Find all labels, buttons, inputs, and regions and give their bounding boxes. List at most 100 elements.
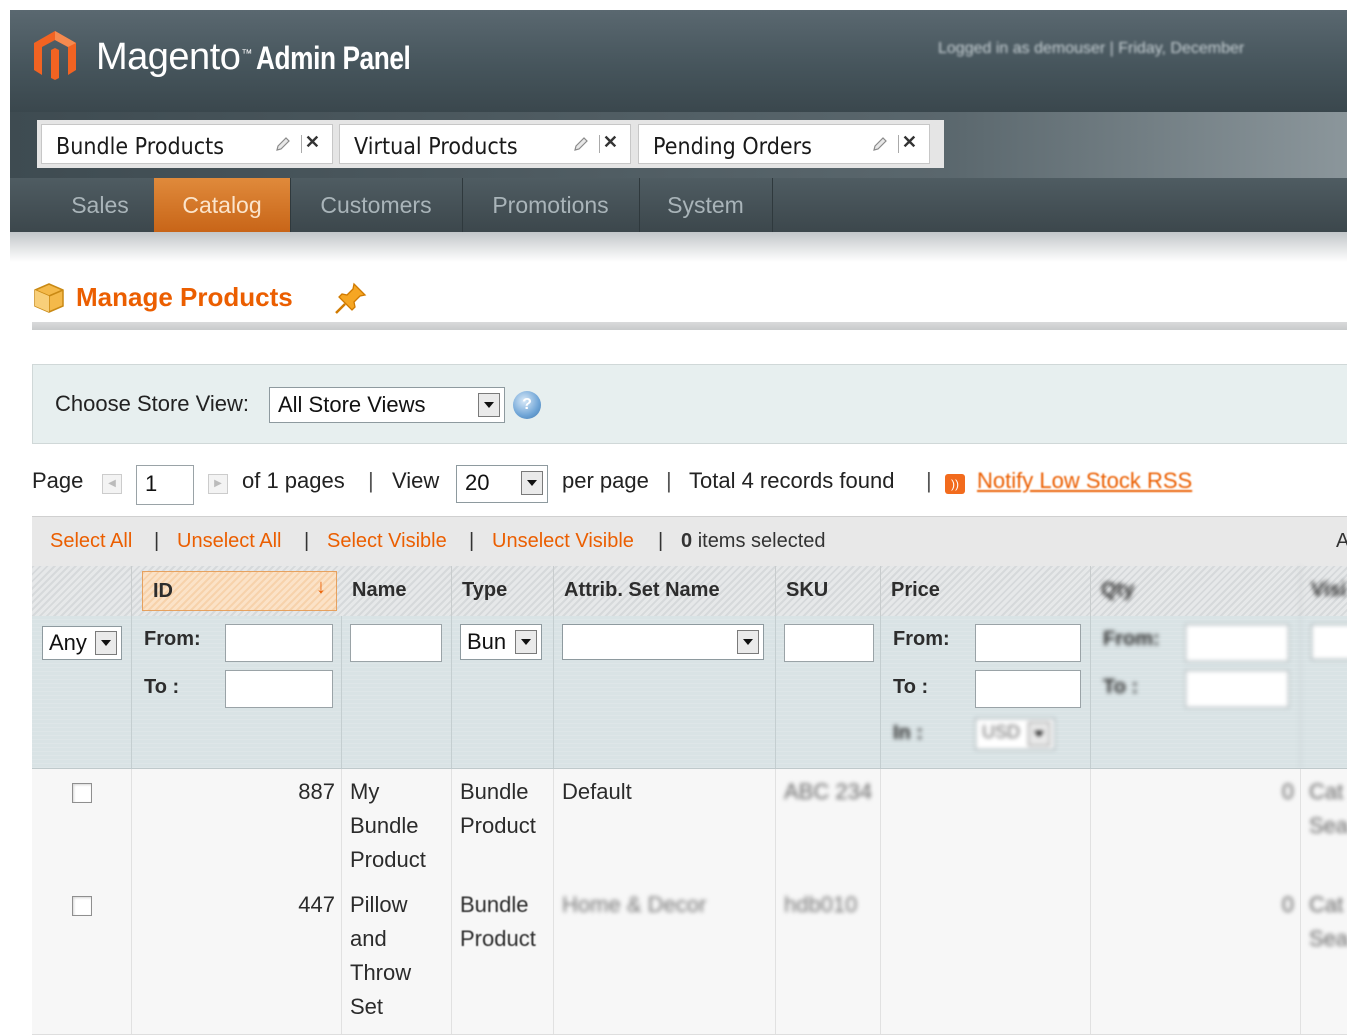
cell-id-value: 447 <box>298 892 335 917</box>
visibility-filter-select[interactable] <box>1311 624 1347 660</box>
qty-to-input[interactable] <box>1185 670 1289 708</box>
row-checkbox[interactable] <box>72 896 92 916</box>
bookmark-tab-virtual-products[interactable]: Virtual Products ✕ <box>339 124 631 164</box>
next-page-icon[interactable]: ▶ <box>208 474 228 494</box>
price-currency-select[interactable]: USD <box>975 718 1055 750</box>
store-view-select[interactable]: All Store Views <box>269 387 505 423</box>
column-label-attrib-set: Attrib. Set Name <box>564 579 720 601</box>
cell-visibility: Cat Sea <box>1301 769 1347 882</box>
per-page-select[interactable]: 20 <box>456 465 548 503</box>
grid-header: ID ↓ Name Type Attrib. Set Name SKU Pric… <box>32 566 1347 617</box>
nav-item-promotions[interactable]: Promotions <box>462 178 640 232</box>
cell-visibility-value: Cat Sea <box>1309 779 1347 838</box>
nav-item-sales[interactable]: Sales <box>46 178 155 232</box>
cell-id: 447 <box>132 882 342 1034</box>
column-label-type: Type <box>462 579 508 601</box>
magento-logo-icon[interactable] <box>32 30 78 80</box>
name-filter-input[interactable] <box>350 624 442 662</box>
bookmark-tab-label: Pending Orders <box>653 134 812 160</box>
pin-icon[interactable] <box>333 280 369 316</box>
column-header-massaction <box>32 566 132 616</box>
edit-pencil-icon[interactable] <box>274 135 292 153</box>
notify-low-stock-rss-link[interactable]: Notify Low Stock RSS <box>977 468 1192 494</box>
help-icon[interactable]: ? <box>513 391 541 419</box>
edit-pencil-icon[interactable] <box>572 135 590 153</box>
total-records: Total 4 records found <box>689 468 895 493</box>
sku-filter-input[interactable] <box>784 624 874 662</box>
table-row[interactable]: 447 Pillow and Throw Set Bundle Product … <box>32 882 1347 1035</box>
qty-from-label: From: <box>1103 628 1160 650</box>
close-icon[interactable]: ✕ <box>603 132 618 153</box>
attrib-set-filter-select[interactable] <box>562 624 764 660</box>
row-select-cell <box>32 882 132 1034</box>
cell-attrib-set: Home & Decor <box>554 882 776 1034</box>
selected-count: 0 items selected <box>681 530 826 553</box>
id-to-input[interactable] <box>225 670 333 708</box>
rss-icon[interactable]: )) <box>945 474 965 494</box>
cell-visibility-value: Cat Sea <box>1309 892 1347 951</box>
cell-price <box>881 882 1091 1034</box>
column-header-name[interactable]: Name <box>342 566 452 616</box>
price-from-input[interactable] <box>975 624 1081 662</box>
price-from-label: From: <box>893 628 950 650</box>
column-label-name: Name <box>352 579 407 601</box>
bookmark-tab-label: Bundle Products <box>56 134 225 160</box>
cell-sku-value: ABC 234 <box>784 779 873 804</box>
filter-visibility-cell <box>1301 616 1347 768</box>
nav-item-catalog[interactable]: Catalog <box>154 178 291 232</box>
massaction-divider: | <box>469 530 475 552</box>
pager-page-label: Page <box>32 468 84 493</box>
sort-desc-arrow-icon: ↓ <box>316 576 326 598</box>
close-icon[interactable]: ✕ <box>305 132 320 153</box>
unselect-all-link[interactable]: Unselect All <box>177 530 282 553</box>
filter-qty-cell: From: To : <box>1091 616 1301 768</box>
title-divider <box>32 322 1347 330</box>
page-input[interactable]: 1 <box>136 465 194 505</box>
cell-name-value: Pillow and Throw Set <box>350 892 412 1019</box>
column-header-type[interactable]: Type <box>452 566 554 616</box>
login-info: Logged in as demouser | Friday, December <box>938 40 1245 57</box>
column-label-id: ID <box>153 580 173 602</box>
select-visible-link[interactable]: Select Visible <box>327 530 447 553</box>
column-header-id[interactable]: ID ↓ <box>142 571 337 611</box>
qty-from-input[interactable] <box>1185 624 1289 662</box>
grid-filter-row: Any From: To : Bun From: To : In : USD F… <box>32 616 1347 769</box>
row-checkbox[interactable] <box>72 783 92 803</box>
nav-item-customers[interactable]: Customers <box>290 178 463 232</box>
logo-brand: Magento <box>96 36 241 78</box>
column-header-sku[interactable]: SKU <box>776 566 881 616</box>
selected-count-label: items selected <box>697 530 826 552</box>
logo-trademark: ™ <box>241 48 252 60</box>
edit-pencil-icon[interactable] <box>871 135 889 153</box>
close-icon[interactable]: ✕ <box>902 132 917 153</box>
id-from-input[interactable] <box>225 624 333 662</box>
cell-price <box>881 769 1091 882</box>
massaction-actions-cut: A <box>1336 530 1347 552</box>
column-header-price[interactable]: Price <box>881 566 1091 616</box>
store-view-value: All Store Views <box>278 392 426 417</box>
nav-item-system[interactable]: System <box>639 178 773 232</box>
product-box-icon <box>34 283 64 313</box>
bookmark-tab-strip: Bundle Products ✕ Virtual Products ✕ Pen… <box>10 112 1347 178</box>
column-header-visibility[interactable]: Visi <box>1301 566 1347 616</box>
massaction-filter-select[interactable]: Any <box>42 626 122 660</box>
price-to-input[interactable] <box>975 670 1081 708</box>
table-row[interactable]: 887 My Bundle Product Bundle Product Def… <box>32 769 1347 883</box>
pager-divider: | <box>926 468 932 493</box>
unselect-visible-link[interactable]: Unselect Visible <box>492 530 634 553</box>
bookmark-tab-bundle-products[interactable]: Bundle Products ✕ <box>41 124 333 164</box>
select-all-link[interactable]: Select All <box>50 530 132 553</box>
column-header-qty[interactable]: Qty <box>1091 566 1301 616</box>
type-filter-select[interactable]: Bun <box>460 624 542 660</box>
cell-type: Bundle Product <box>452 882 554 1034</box>
cell-id: 887 <box>132 769 342 882</box>
filter-sku-cell <box>776 616 881 768</box>
filter-attrib-set-cell <box>554 616 776 768</box>
main-nav: Sales Catalog Customers Promotions Syste… <box>10 178 1347 232</box>
bookmark-tab-pending-orders[interactable]: Pending Orders ✕ <box>638 124 930 164</box>
column-header-attrib-set[interactable]: Attrib. Set Name <box>554 566 776 616</box>
store-switcher: Choose Store View: All Store Views ? <box>32 364 1347 444</box>
previous-page-icon[interactable]: ◀ <box>102 474 122 494</box>
nav-shadow <box>10 232 1347 262</box>
tab-divider <box>599 135 600 153</box>
